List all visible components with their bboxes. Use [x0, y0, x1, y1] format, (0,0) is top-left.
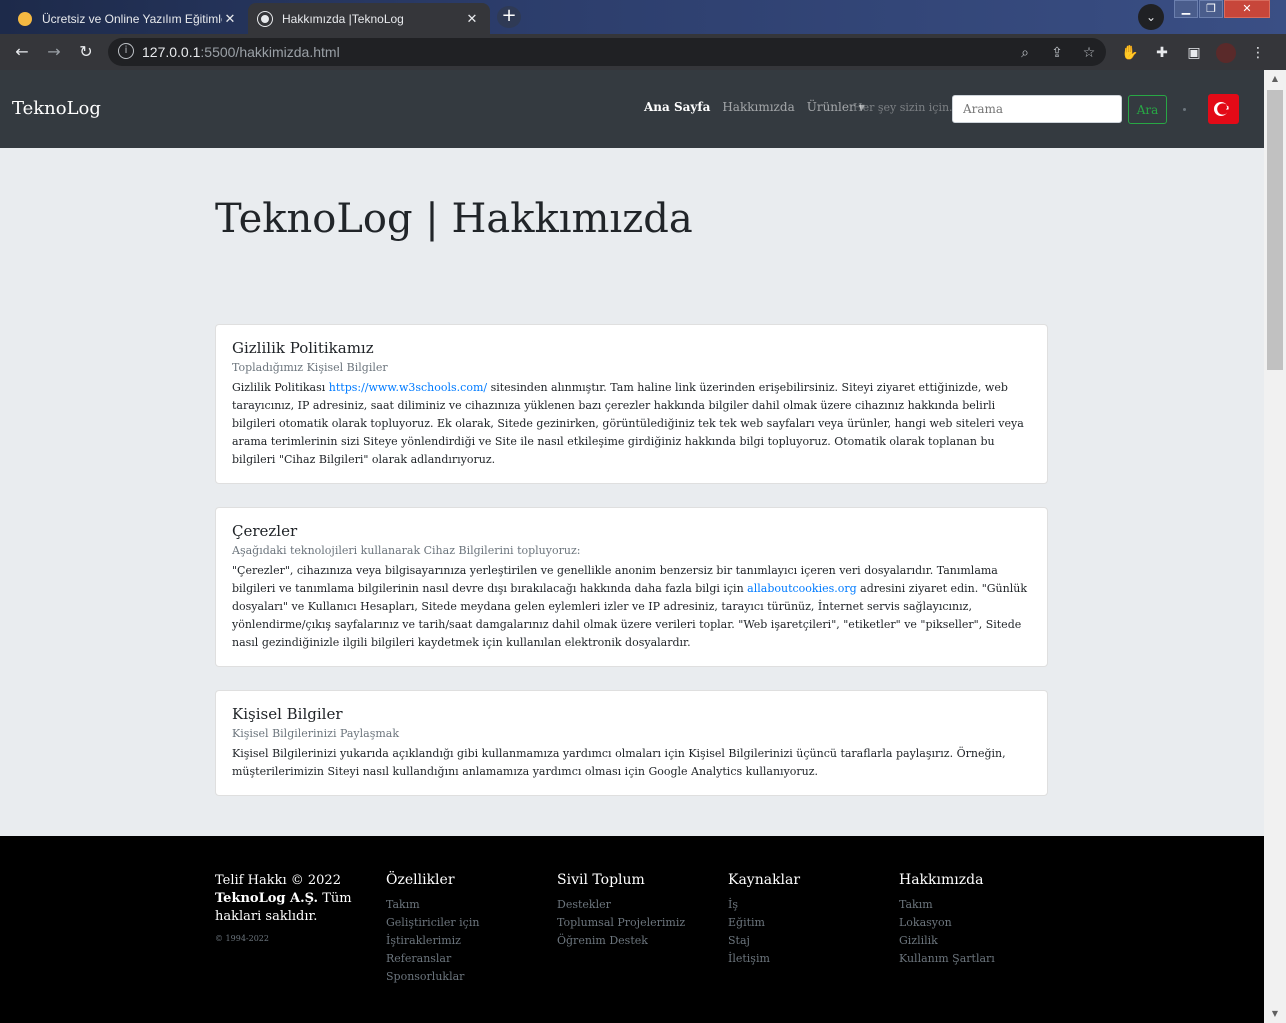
- address-bar[interactable]: i 127.0.0.1:5500/hakkimizda.html ⌕ ⇪ ☆: [108, 38, 1106, 66]
- navbar-tagline: Her şey sizin için...: [853, 101, 960, 114]
- menu-kebab-icon[interactable]: ⋮: [1248, 43, 1268, 63]
- zoom-icon[interactable]: ⌕: [1016, 44, 1034, 62]
- share-icon[interactable]: ⇪: [1048, 44, 1066, 62]
- card-text: "Çerezler", cihazınıza veya bilgisayarın…: [232, 564, 1027, 649]
- bookmark-star-icon[interactable]: ☆: [1080, 44, 1098, 62]
- browser-toolbar: ← → ↻ i 127.0.0.1:5500/hakkimizda.html ⌕…: [0, 34, 1286, 70]
- privacy-policy-card: Gizlilik Politikamız Topladığımız Kişise…: [215, 324, 1048, 484]
- tab-title: Hakkımızda |TeknoLog: [282, 11, 404, 26]
- footer-link[interactable]: Referanslar: [386, 950, 479, 968]
- footer-link[interactable]: Toplumsal Projelerimiz: [557, 914, 685, 932]
- reload-icon[interactable]: ↻: [76, 42, 96, 62]
- globe-icon: [258, 11, 272, 26]
- footer-column-civil-society: Sivil Toplum Destekler Toplumsal Projele…: [557, 872, 685, 950]
- footer-link[interactable]: İletişim: [728, 950, 800, 968]
- footer-link[interactable]: Lokasyon: [899, 914, 995, 932]
- card-subtitle: Aşağıdaki teknolojileri kullanarak Cihaz…: [232, 544, 581, 557]
- scroll-up-arrow-icon[interactable]: ▲: [1264, 70, 1286, 88]
- card-title: Kişisel Bilgiler: [232, 705, 343, 723]
- tab-favicon-icon: [18, 11, 32, 26]
- page-viewport: TeknoLog Ana Sayfa Hakkımızda Ürünler ▼ …: [0, 70, 1264, 1023]
- site-info-icon[interactable]: i: [118, 43, 134, 59]
- card-subtitle: Kişisel Bilgilerinizi Paylaşmak: [232, 727, 400, 740]
- tab-close-icon[interactable]: ✕: [222, 11, 238, 27]
- window-controls: ▁ ❐ ✕: [1174, 0, 1271, 18]
- close-window-button[interactable]: ✕: [1224, 0, 1270, 18]
- footer-column-about: Hakkımızda Takım Lokasyon Gizlilik Kulla…: [899, 872, 995, 968]
- browser-tab-bar: Ücretsiz ve Online Yazılım Eğitimleri ✕ …: [0, 0, 1286, 34]
- page-scrollbar[interactable]: ▲ ▼: [1264, 70, 1286, 1023]
- w3schools-link[interactable]: https://www.w3schools.com/: [329, 381, 487, 394]
- maximize-button[interactable]: ❐: [1199, 0, 1223, 18]
- footer-link[interactable]: Gizlilik: [899, 932, 995, 950]
- site-navbar: TeknoLog Ana Sayfa Hakkımızda Ürünler ▼ …: [0, 70, 1264, 148]
- allaboutcookies-link[interactable]: allaboutcookies.org: [747, 582, 856, 595]
- tab-search-button[interactable]: ⌄: [1138, 4, 1164, 30]
- footer-heading: Hakkımızda: [899, 872, 984, 888]
- scroll-down-arrow-icon[interactable]: ▼: [1264, 1005, 1286, 1023]
- footer-link[interactable]: İş: [728, 896, 800, 914]
- footer-heading: Sivil Toplum: [557, 872, 645, 888]
- nav-link-home[interactable]: Ana Sayfa: [644, 100, 710, 114]
- footer-column-features: Özellikler Takım Geliştiriciler için İşt…: [386, 872, 479, 986]
- footer-heading: Özellikler: [386, 872, 455, 888]
- forward-icon[interactable]: →: [44, 42, 64, 62]
- scrollbar-thumb[interactable]: [1267, 90, 1283, 370]
- card-text: Gizlilik Politikası https://www.w3school…: [232, 381, 1024, 466]
- footer-column-resources: Kaynaklar İş Eğitim Staj İletişim: [728, 872, 800, 968]
- adblock-extension-icon[interactable]: ✋: [1120, 43, 1140, 63]
- footer-link[interactable]: Takım: [386, 896, 479, 914]
- copyright-years: © 1994-2022: [215, 934, 269, 943]
- footer-link[interactable]: Staj: [728, 932, 800, 950]
- personal-info-card: Kişisel Bilgiler Kişisel Bilgilerinizi P…: [215, 690, 1048, 796]
- tab-title: Ücretsiz ve Online Yazılım Eğitimleri: [42, 11, 222, 26]
- turkey-flag-icon[interactable]: [1208, 94, 1239, 124]
- navbar-links: Ana Sayfa Hakkımızda Ürünler ▼: [644, 100, 877, 114]
- footer-link[interactable]: Öğrenim Destek: [557, 932, 685, 950]
- footer-link[interactable]: Takım: [899, 896, 995, 914]
- card-text: Kişisel Bilgilerinizi yukarıda açıklandı…: [232, 747, 1006, 778]
- new-tab-button[interactable]: +: [497, 6, 521, 28]
- footer-link[interactable]: Eğitim: [728, 914, 800, 932]
- page-title: TeknoLog | Hakkımızda: [215, 196, 693, 242]
- separator-dot: [1183, 108, 1186, 111]
- footer-link[interactable]: Geliştiriciler için: [386, 914, 479, 932]
- back-icon[interactable]: ←: [12, 42, 32, 62]
- card-title: Gizlilik Politikamız: [232, 339, 374, 357]
- footer-copyright: Telif Hakkı © 2022 TeknoLog A.Ş. Tüm hakl…: [215, 872, 355, 943]
- side-panel-icon[interactable]: ▣: [1184, 43, 1204, 63]
- minimize-button[interactable]: ▁: [1174, 0, 1198, 18]
- card-title: Çerezler: [232, 522, 298, 540]
- tab-close-icon[interactable]: ✕: [464, 11, 480, 27]
- browser-tab-2[interactable]: Hakkımızda |TeknoLog ✕: [248, 3, 490, 34]
- footer-heading: Kaynaklar: [728, 872, 801, 888]
- url-text: 127.0.0.1:5500/hakkimizda.html: [142, 44, 340, 60]
- browser-tab-1[interactable]: Ücretsiz ve Online Yazılım Eğitimleri ✕: [8, 3, 248, 34]
- navbar-brand[interactable]: TeknoLog: [12, 98, 101, 119]
- copyright-text: Telif Hakkı © 2022 TeknoLog A.Ş. Tüm hakl…: [215, 873, 352, 924]
- footer-link[interactable]: Kullanım Şartları: [899, 950, 995, 968]
- cookies-card: Çerezler Aşağıdaki teknolojileri kullana…: [215, 507, 1048, 667]
- extensions-puzzle-icon[interactable]: ✚: [1152, 43, 1172, 63]
- search-input[interactable]: [952, 95, 1122, 123]
- site-footer: Telif Hakkı © 2022 TeknoLog A.Ş. Tüm hakl…: [0, 836, 1264, 1023]
- profile-avatar[interactable]: [1216, 43, 1236, 63]
- footer-link[interactable]: İştiraklerimiz: [386, 932, 479, 950]
- search-button[interactable]: Ara: [1128, 95, 1167, 124]
- nav-link-about[interactable]: Hakkımızda: [722, 100, 794, 114]
- footer-link[interactable]: Destekler: [557, 896, 685, 914]
- card-subtitle: Topladığımız Kişisel Bilgiler: [232, 361, 388, 374]
- footer-link[interactable]: Sponsorluklar: [386, 968, 479, 986]
